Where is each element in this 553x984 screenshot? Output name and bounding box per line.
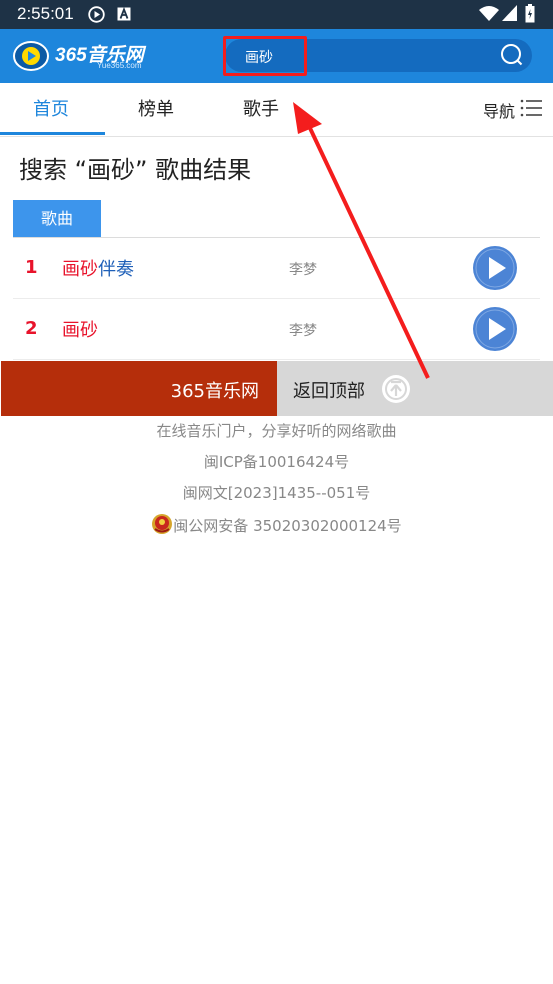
song-title-highlight: 画砂 — [62, 259, 98, 280]
song-number: 2 — [25, 318, 38, 339]
footer-license[interactable]: 闽网文[2023]1435--051号 — [0, 482, 553, 513]
play-icon[interactable] — [472, 245, 518, 291]
song-row[interactable]: 1 画砂伴奏 李梦 — [13, 238, 540, 299]
header: 365音乐网 Yue365.com 画砂 — [0, 29, 553, 83]
footer-police-record-row[interactable]: 闽公网安备 35020302000124号 — [0, 513, 553, 544]
song-artist[interactable]: 李梦 — [289, 259, 317, 279]
search-icon[interactable] — [500, 43, 524, 71]
active-tab-indicator — [0, 132, 105, 135]
a-icon — [117, 6, 131, 25]
nav-guide-button[interactable]: 导航 — [483, 98, 515, 122]
footer-police-record: 闽公网安备 35020302000124号 — [173, 517, 402, 535]
footer-tagline: 在线音乐门户，分享好听的网络歌曲 — [156, 422, 397, 440]
battery-icon — [525, 4, 535, 27]
arrow-up-circle-icon — [381, 374, 411, 408]
song-title-highlight: 画砂 — [62, 320, 98, 341]
footer-icp[interactable]: 闽ICP备10016424号 — [0, 451, 553, 482]
status-time: 2:55:01 — [17, 4, 74, 23]
back-to-top-button[interactable]: 返回顶部 — [277, 361, 553, 416]
play-icon[interactable] — [472, 306, 518, 352]
footer-bar: 365音乐网 返回顶部 — [0, 361, 553, 416]
song-artist[interactable]: 李梦 — [289, 320, 317, 340]
tab-home[interactable]: 首页 — [33, 95, 69, 121]
footer-home-link[interactable]: 365音乐网 — [1, 361, 277, 416]
footer-info: 在线音乐门户，分享好听的网络歌曲 闽ICP备10016424号 闽网文[2023… — [0, 420, 553, 544]
back-to-top-label: 返回顶部 — [293, 381, 365, 402]
main-nav: 首页 榜单 歌手 导航 — [0, 83, 553, 137]
logo-icon — [13, 41, 49, 71]
search-result-title: 搜索 “画砂” 歌曲结果 — [19, 156, 252, 184]
site-logo[interactable]: 365音乐网 Yue365.com — [13, 39, 145, 73]
list-menu-icon[interactable] — [520, 99, 542, 121]
signal-icon — [502, 5, 517, 25]
tab-singers[interactable]: 歌手 — [243, 95, 279, 121]
wifi-icon — [479, 5, 499, 25]
logo-subtext: Yue365.com — [97, 61, 142, 70]
tab-songs[interactable]: 歌曲 — [13, 200, 101, 237]
tab-charts[interactable]: 榜单 — [138, 95, 174, 121]
song-number: 1 — [25, 257, 38, 278]
search-highlight-box — [223, 36, 307, 76]
song-row[interactable]: 2 画砂 李梦 — [13, 299, 540, 360]
status-bar: 2:55:01 — [0, 0, 553, 29]
police-emblem-icon — [151, 513, 173, 541]
song-title-link[interactable]: 画砂伴奏 — [62, 255, 134, 281]
song-title-rest: 伴奏 — [98, 259, 134, 280]
footer-site-name: 365音乐网 — [170, 381, 259, 402]
song-title-link[interactable]: 画砂 — [62, 316, 98, 342]
play-circle-icon — [88, 6, 105, 27]
